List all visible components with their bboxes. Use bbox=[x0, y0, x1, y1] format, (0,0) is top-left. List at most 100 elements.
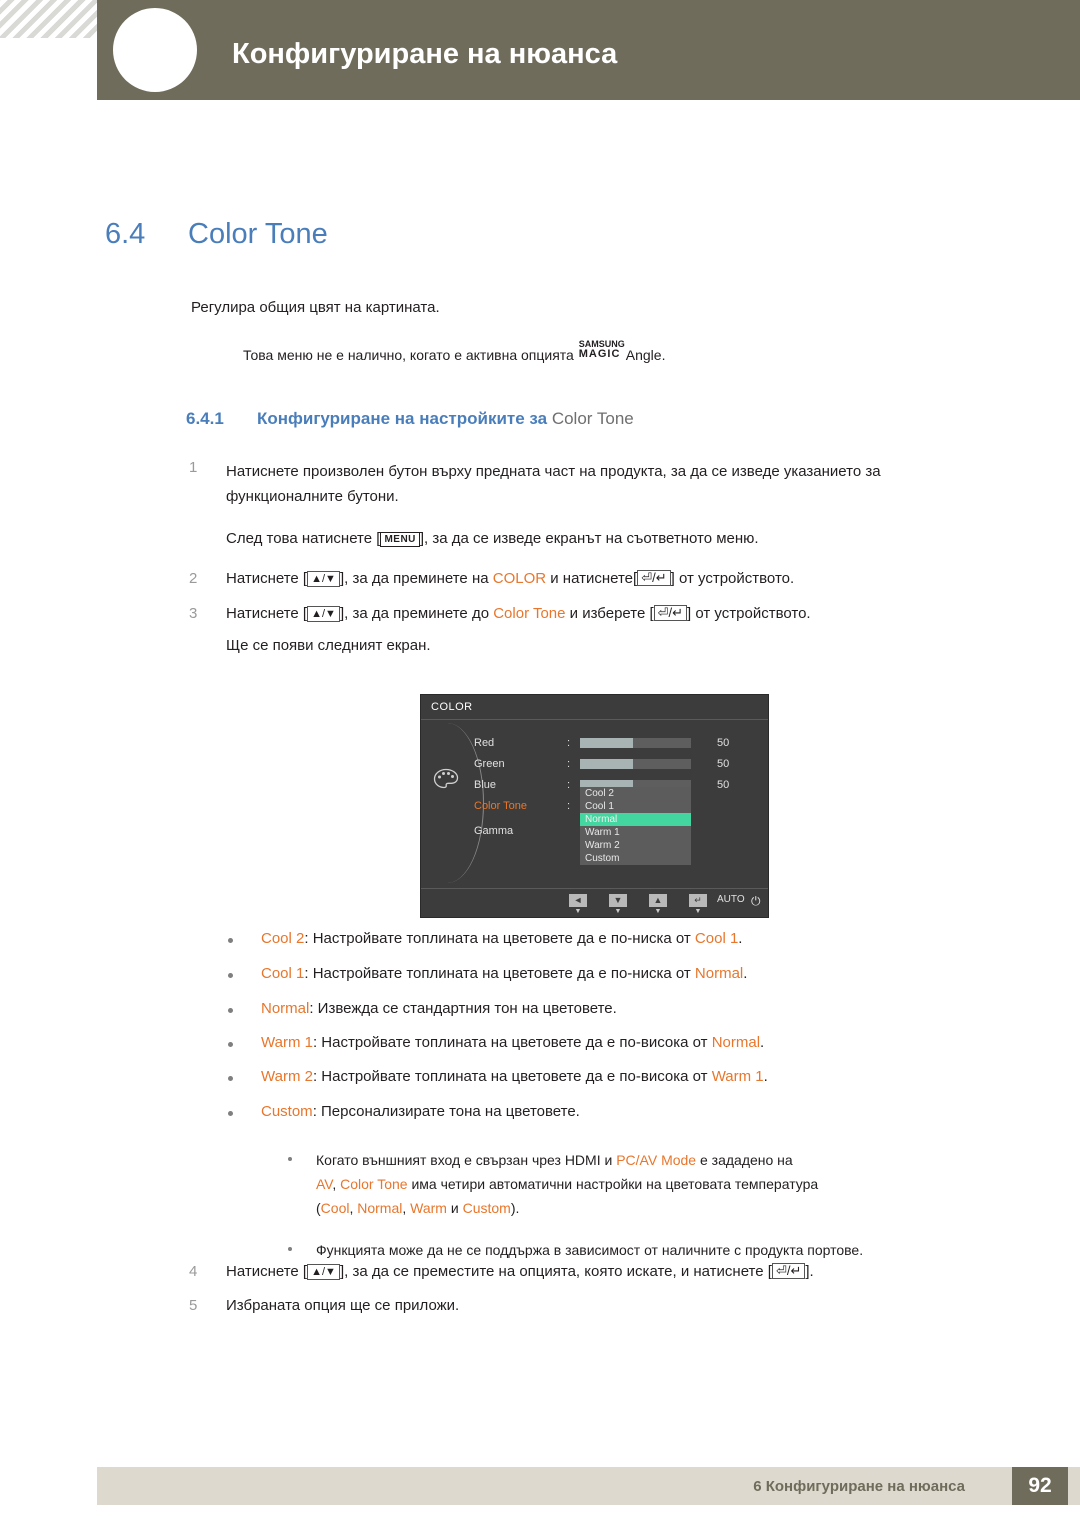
section-number: 6.4 bbox=[105, 218, 146, 250]
subbullet-ports-note: Функцията може да не се поддържа в завис… bbox=[316, 1242, 864, 1258]
bullet-custom: Custom: Персонализирате тона на цветовет… bbox=[261, 1103, 580, 1120]
osd-menu-item-warm1[interactable]: Warm 1 bbox=[580, 826, 691, 839]
page-header: Конфигуриране на нюанса bbox=[0, 0, 1080, 100]
bullet-cool2-end: . bbox=[738, 930, 743, 947]
step-text-4: Натиснете [▲/▼], за да се преместите на … bbox=[226, 1263, 814, 1281]
enter-key-badge-4: ⏎/↵ bbox=[771, 1263, 806, 1279]
osd-auto-button[interactable]: AUTO bbox=[717, 894, 745, 905]
osd-enter-button[interactable]: ↵ bbox=[689, 894, 707, 907]
step2-before: Натиснете [ bbox=[226, 570, 308, 587]
osd-footer: ◄ ▼ ▼ ▼ ▲ ▼ ↵ ▼ AUTO ⏻ bbox=[421, 888, 768, 917]
osd-value-green: 50 bbox=[717, 758, 730, 770]
step-text-1b: След това натиснете [MENU], за да се изв… bbox=[226, 530, 759, 548]
bullet-dot-cool1 bbox=[228, 973, 233, 978]
step1-line2: функционалните бутони. bbox=[226, 488, 399, 505]
step-number-4: 4 bbox=[189, 1263, 198, 1280]
step3-highlight: Color Tone bbox=[493, 605, 566, 622]
subsection-title-bold: Конфигуриране на настройките за bbox=[257, 409, 552, 428]
sb1-warm: Warm bbox=[410, 1200, 447, 1216]
magic-angle-note: Това меню не е налично, когато е активна… bbox=[243, 340, 666, 364]
bullet-warm1-ref: Normal bbox=[711, 1034, 761, 1051]
note-period: . bbox=[661, 347, 666, 363]
step4-before: Натиснете [ bbox=[226, 1263, 308, 1280]
osd-up-button[interactable]: ▲ bbox=[649, 894, 667, 907]
osd-colon-color-tone: : bbox=[567, 800, 571, 812]
subbullet-hdmi-note: Когато външният вход е свързан чрез HDMI… bbox=[316, 1148, 996, 1220]
footer-chapter-label: 6 Конфигуриране на нюанса bbox=[753, 1478, 965, 1495]
step4-mid: ], за да се преместите на опцията, която… bbox=[339, 1263, 772, 1280]
osd-enter-button-sub: ▼ bbox=[694, 908, 702, 915]
bullet-cool1: Cool 1: Настройвате топлината на цветове… bbox=[261, 965, 747, 982]
subsection-number: 6.4.1 bbox=[186, 409, 224, 428]
step2-mid2: и натиснете[ bbox=[546, 570, 638, 587]
subbullet-dot-2 bbox=[288, 1247, 292, 1251]
chapter-circle-icon bbox=[113, 8, 197, 92]
osd-colon-red: : bbox=[567, 737, 571, 749]
osd-menu-item-custom[interactable]: Custom bbox=[580, 852, 691, 865]
step1-line3-after: ], за да се изведе екранът на съответнот… bbox=[419, 530, 759, 547]
step1-line3-before: След това натиснете [ bbox=[226, 530, 381, 547]
bullet-cool2-text: Настройвате топлината на цветовете да е … bbox=[308, 930, 695, 947]
bullet-cool1-end: . bbox=[743, 965, 748, 982]
note-after: Angle bbox=[625, 347, 662, 363]
bullet-dot-normal bbox=[228, 1008, 233, 1013]
intro-text: Регулира общия цвят на картината. bbox=[191, 299, 440, 316]
osd-power-icon[interactable]: ⏻ bbox=[751, 894, 761, 909]
bullet-custom-text: Персонализирате тона на цветовете. bbox=[316, 1103, 580, 1120]
osd-left-button[interactable]: ◄ bbox=[569, 894, 587, 907]
step-number-5: 5 bbox=[189, 1297, 198, 1314]
samsung-magic-logo: SAMSUNG MAGIC bbox=[578, 340, 625, 362]
step-text-2: Натиснете [▲/▼], за да преминете на COLO… bbox=[226, 570, 794, 588]
sb1-colortone: Color Tone bbox=[340, 1176, 408, 1192]
bullet-normal-text: Извежда се стандартния тон на цветовете. bbox=[313, 1000, 617, 1017]
bullet-warm2-term: Warm 2 bbox=[261, 1068, 313, 1085]
bullet-warm1-text: Настройвате топлината на цветовете да е … bbox=[317, 1034, 712, 1051]
bullet-cool1-term: Cool 1 bbox=[261, 965, 305, 982]
sb1-c2: , bbox=[402, 1200, 411, 1216]
osd-title: COLOR bbox=[431, 701, 473, 713]
osd-slider-red[interactable] bbox=[580, 738, 691, 748]
bullet-warm2: Warm 2: Настройвате топлината на цветове… bbox=[261, 1068, 768, 1085]
bullet-warm1: Warm 1: Настройвате топлината на цветове… bbox=[261, 1034, 764, 1051]
osd-colon-green: : bbox=[567, 758, 571, 770]
footer-page-number: 92 bbox=[1028, 1474, 1052, 1497]
bullet-warm1-end: . bbox=[760, 1034, 765, 1051]
osd-menu-item-cool2[interactable]: Cool 2 bbox=[580, 787, 691, 800]
sb1-c: е зададено на bbox=[696, 1152, 793, 1168]
subsection-title: Конфигуриране на настройките за Color To… bbox=[257, 409, 634, 429]
step2-after: ] от устройството. bbox=[670, 570, 795, 587]
sb1-hdmi: HDMI bbox=[564, 1152, 601, 1168]
bullet-warm2-end: . bbox=[763, 1068, 768, 1085]
step3-before: Натиснете [ bbox=[226, 605, 308, 622]
step-text-3: Натиснете [▲/▼], за да преминете до Colo… bbox=[226, 605, 811, 623]
osd-row-label-color-tone[interactable]: Color Tone bbox=[474, 800, 527, 812]
logo-bottom: MAGIC bbox=[578, 348, 621, 360]
osd-color-tone-menu[interactable]: Cool 2 Cool 1 Normal Warm 1 Warm 2 Custo… bbox=[580, 787, 691, 865]
step2-mid: ], за да преминете на bbox=[339, 570, 493, 587]
header-hatch-decoration bbox=[0, 0, 97, 38]
osd-menu-item-cool1[interactable]: Cool 1 bbox=[580, 800, 691, 813]
sb1-close: ). bbox=[510, 1200, 520, 1216]
bullet-dot-warm1 bbox=[228, 1042, 233, 1047]
bullet-cool2-term: Cool 2 bbox=[261, 930, 305, 947]
bullet-dot-cool2 bbox=[228, 938, 233, 943]
header-title: Конфигуриране на нюанса bbox=[232, 38, 618, 70]
sb1-b: и bbox=[600, 1152, 617, 1168]
bullet-warm2-text: Настройвате топлината на цветовете да е … bbox=[317, 1068, 712, 1085]
sb1-rest: има четири автоматични настройки на цвет… bbox=[407, 1176, 819, 1192]
step1-line1: Натиснете произволен бутон върху преднат… bbox=[226, 463, 881, 480]
osd-slider-fill-red bbox=[580, 738, 633, 748]
osd-slider-green[interactable] bbox=[580, 759, 691, 769]
page-title: Color Tone bbox=[188, 218, 328, 250]
updown-keys-badge-4: ▲/▼ bbox=[307, 1264, 340, 1280]
note-before: Това меню не е налично, когато е активна… bbox=[243, 347, 578, 363]
osd-menu-item-warm2[interactable]: Warm 2 bbox=[580, 839, 691, 852]
osd-row-label-gamma[interactable]: Gamma bbox=[474, 825, 513, 837]
sb1-cool: Cool bbox=[320, 1200, 350, 1216]
bullet-dot-warm2 bbox=[228, 1076, 233, 1081]
osd-menu-item-normal[interactable]: Normal bbox=[580, 813, 691, 826]
osd-down-button[interactable]: ▼ bbox=[609, 894, 627, 907]
bullet-cool1-text: Настройвате топлината на цветовете да е … bbox=[308, 965, 695, 982]
osd-screenshot: COLOR Red : 50 Green : 50 Blue : 50 Colo… bbox=[420, 694, 769, 918]
bullet-dot-custom bbox=[228, 1111, 233, 1116]
